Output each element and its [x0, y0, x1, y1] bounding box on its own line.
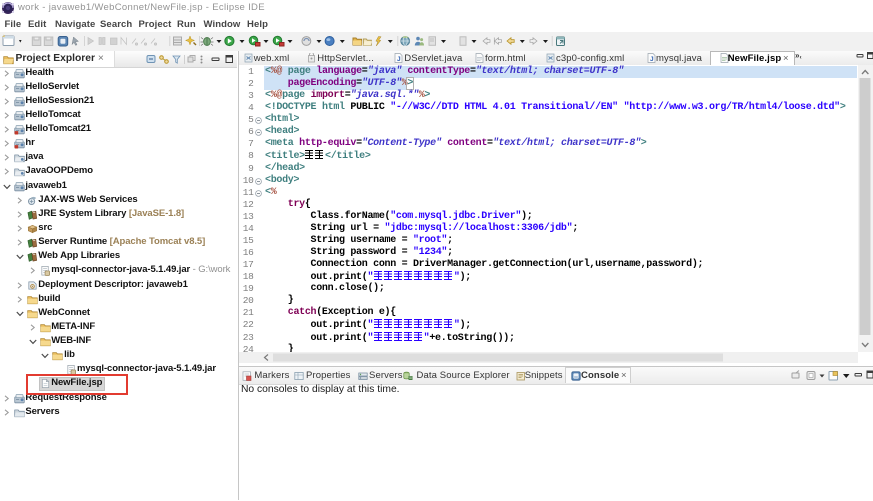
svg-text:J: J [397, 56, 401, 63]
svg-text:J: J [650, 56, 654, 63]
